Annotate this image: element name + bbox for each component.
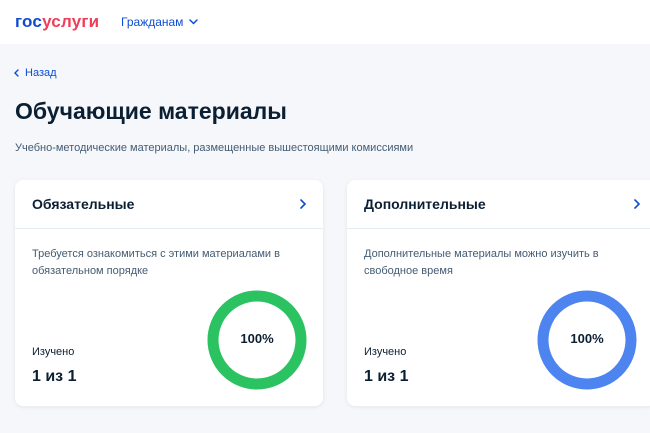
chevron-right-icon[interactable] [634, 199, 640, 209]
progress-ring: 100% [207, 290, 307, 390]
card-mandatory: Обязательные Требуется ознакомиться с эт… [15, 180, 323, 406]
progress-percent: 100% [240, 331, 274, 346]
gosuslugi-logo[interactable]: госуслуги [15, 12, 99, 32]
card-title: Обязательные [32, 196, 135, 212]
card-additional-header[interactable]: Дополнительные [347, 180, 650, 229]
citizens-dropdown-label: Гражданам [121, 15, 184, 29]
back-link-label: Назад [25, 67, 57, 79]
chevron-left-icon [14, 69, 19, 77]
studied-value: 1 из 1 [364, 368, 409, 385]
progress-percent: 100% [570, 331, 604, 346]
studied-value: 1 из 1 [32, 368, 77, 385]
card-title: Дополнительные [364, 196, 486, 212]
studied-label: Изучено [364, 346, 407, 358]
card-description: Требуется ознакомиться с этими материала… [32, 248, 280, 277]
citizens-dropdown[interactable]: Гражданам [121, 15, 199, 29]
card-additional: Дополнительные Дополнительные материалы … [347, 180, 650, 406]
chevron-right-icon[interactable] [300, 199, 306, 209]
card-description: Дополнительные материалы можно изучить в… [364, 248, 599, 277]
back-link[interactable]: Назад [14, 67, 57, 79]
page-subtitle: Учебно-методические материалы, размещенн… [15, 142, 414, 154]
card-mandatory-header[interactable]: Обязательные [15, 180, 323, 229]
progress-ring: 100% [537, 290, 637, 390]
studied-label: Изучено [32, 346, 75, 358]
page-title: Обучающие материалы [15, 98, 287, 124]
top-bar: госуслуги Гражданам [0, 0, 650, 44]
chevron-down-icon [189, 19, 199, 25]
